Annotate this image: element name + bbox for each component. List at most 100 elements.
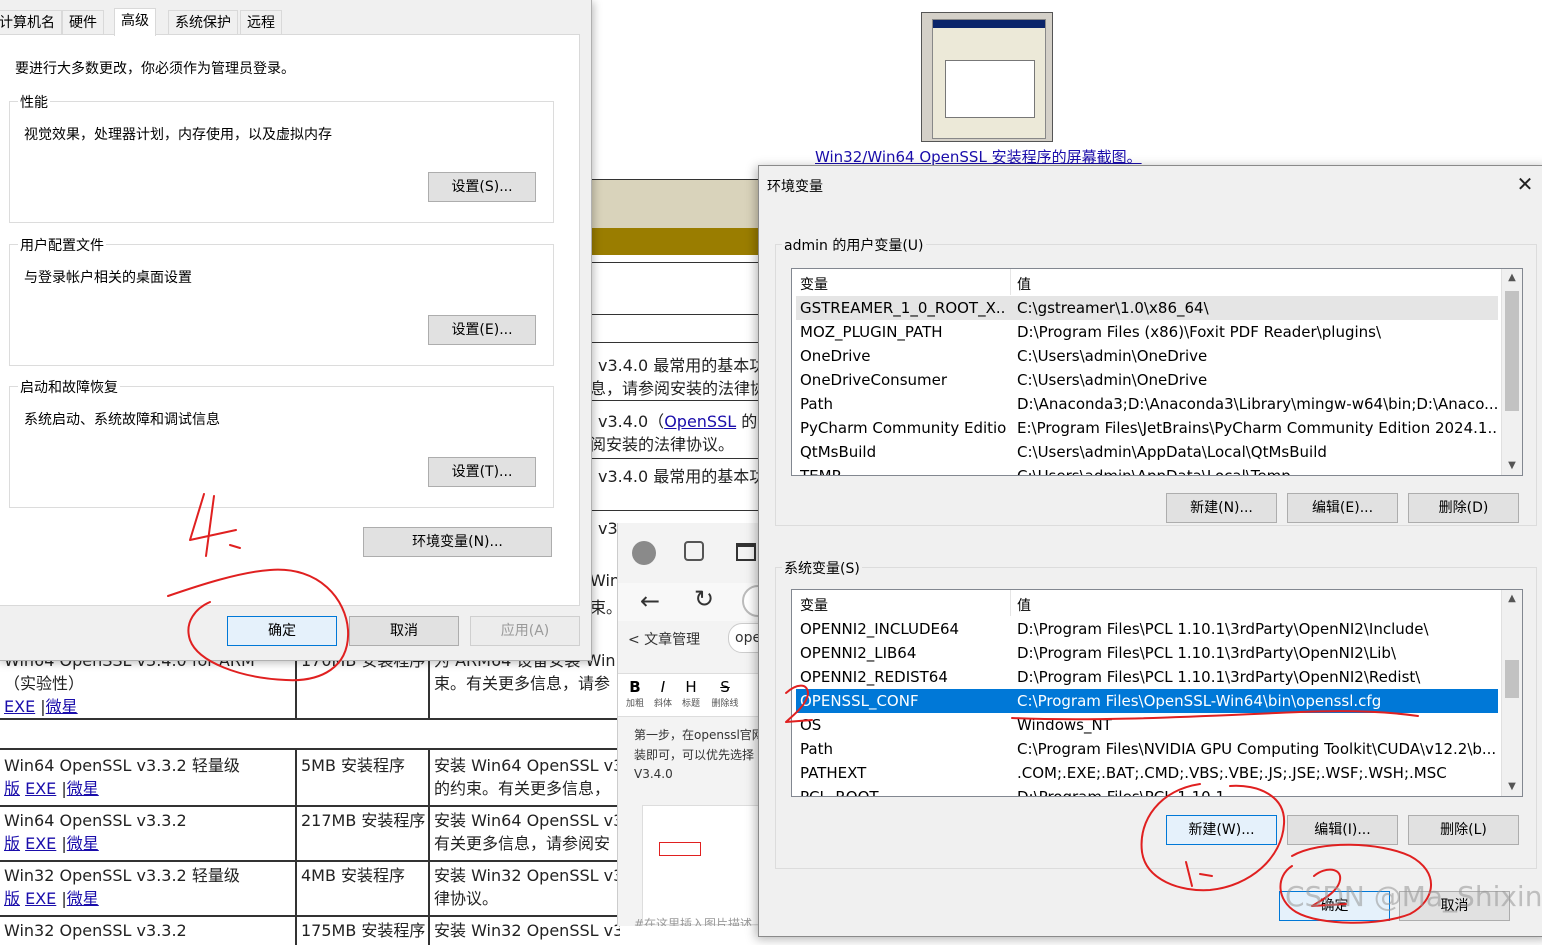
performance-settings-button[interactable]: 设置(S)... [428,172,536,202]
download-links: 版 EXE |微星 [4,834,99,853]
list-item[interactable]: OneDriveConsumer C:\Users\admin\OneDrive [796,368,1498,392]
msi-link[interactable]: 微星 [46,697,78,716]
variable-value: C:\Users\admin\AppData\Local\Temp [1017,467,1291,476]
tab-advanced[interactable]: 高级 [114,8,156,36]
row-divider [590,342,760,343]
product-name: Win64 OpenSSL v3.3.2 [4,811,187,830]
apply-button[interactable]: 应用(A) [470,616,580,646]
refresh-icon[interactable]: ↻ [694,585,714,613]
msi-link[interactable]: 微星 [67,834,99,853]
scroll-down-icon[interactable]: ▼ [1502,778,1522,796]
blog-editor-window: ← ↻ < 文章管理 ope B 加粗 I 斜体 H 标题 S 删除线 第一步，在ope… [617,523,764,926]
startup-recovery-settings-button[interactable]: 设置(T)... [428,457,536,487]
variable-name: OPENNI2_REDIST64 [800,668,948,686]
system-variables-list[interactable]: 变量 值 OPENNI2_INCLUDE64 D:\Program Files\P… [791,589,1523,797]
variable-name: PCL_ROOT [800,788,879,797]
italic-button[interactable]: I 斜体 [652,678,674,709]
article-management-breadcrumb[interactable]: < 文章管理 ope [628,623,764,653]
tab-system-protection[interactable]: 系统保护 [168,10,238,35]
list-item[interactable]: OPENNI2_REDIST64 D:\Program Files\PCL 1.1… [796,665,1498,689]
variable-value: D:\Program Files\PCL 1.10.1 [1017,788,1226,797]
link-prefix[interactable]: 版 [4,889,20,908]
scroll-up-icon[interactable]: ▲ [1502,590,1522,608]
product-name: Win32 OpenSSL v3.3.2 轻量级 [4,866,240,885]
thumbnail-caption-link[interactable]: Win32/Win64 OpenSSL 安装程序的屏幕截图。 [815,146,1142,167]
list-item[interactable]: Path C:\Program Files\NVIDIA GPU Computin… [796,737,1498,761]
list-item[interactable]: OPENNI2_LIB64 D:\Program Files\PCL 1.10.1… [796,641,1498,665]
user-edit-button[interactable]: 编辑(E)... [1287,493,1398,523]
user-profiles-group: 用户配置文件 与登录帐户相关的桌面设置 设置(E)... [9,235,554,366]
collections-icon[interactable] [684,541,704,561]
scroll-up-icon[interactable]: ▲ [1502,269,1522,287]
bold-label: 加粗 [625,699,644,709]
system-new-button[interactable]: 新建(W)... [1166,815,1277,845]
list-item[interactable]: OPENNI2_INCLUDE64 D:\Program Files\PCL 1.… [796,617,1498,641]
exe-link[interactable]: EXE [25,779,56,798]
openssl-link[interactable]: OpenSSL [664,412,736,431]
list-item[interactable]: PCL_ROOT D:\Program Files\PCL 1.10.1 [796,785,1498,797]
desc-line: 律协议。 [434,889,499,908]
column-divider[interactable] [1010,590,1011,616]
scroll-down-icon[interactable]: ▼ [1502,457,1522,475]
strikethrough-label: 删除线 [711,699,739,709]
group-description: 系统启动、系统故障和调试信息 [24,412,220,428]
ok-button[interactable]: 确定 [227,616,337,646]
user-variables-list[interactable]: 变量 值 GSTREAMER_1_0_ROOT_X... C:\gstreamer… [791,268,1523,476]
list-item[interactable]: MOZ_PLUGIN_PATH D:\Program Files (x86)\Fo… [796,320,1498,344]
vertical-scrollbar[interactable]: ▲ ▼ [1501,269,1522,475]
variable-name: OneDrive [800,347,871,365]
user-profiles-settings-button[interactable]: 设置(E)... [428,315,536,345]
installer-screenshot-thumbnail[interactable] [921,12,1053,142]
back-arrow-icon[interactable]: ← [640,587,660,615]
side-text: v3.4.0（OpenSSL 的何 [598,408,773,432]
exe-link[interactable]: EXE [4,697,35,716]
system-edit-button[interactable]: 编辑(I)... [1287,815,1398,845]
heading-label: 标题 [681,699,700,709]
strikethrough-button[interactable]: S 删除线 [708,678,742,709]
desc-cell: 安装 Win64 OpenSSL v3 的约束。有关更多信息， [430,750,620,805]
tab-remote[interactable]: 远程 [240,10,282,35]
row-divider [590,314,760,315]
user-new-button[interactable]: 新建(N)... [1166,493,1277,523]
close-icon[interactable]: ✕ [1515,172,1535,196]
group-title: 性能 [18,92,50,112]
link-prefix[interactable]: 版 [4,779,20,798]
variable-name: PyCharm Community Edition [800,419,1006,437]
bold-icon: B [629,678,641,696]
column-header-value[interactable]: 值 [1017,595,1031,615]
list-item[interactable]: Path D:\Anaconda3;D:\Anaconda3\Library\mi… [796,392,1498,416]
exe-link[interactable]: EXE [25,889,56,908]
profile-avatar-icon[interactable] [632,541,656,565]
tab-window-icon[interactable] [736,543,756,561]
list-item[interactable]: QtMsBuild C:\Users\admin\AppData\Local\Qt… [796,440,1498,464]
msi-link[interactable]: 微星 [67,889,99,908]
list-item[interactable]: PyCharm Community Edition E:\Program File… [796,416,1498,440]
heading-button[interactable]: H 标题 [680,678,702,709]
link-prefix[interactable]: 版 [4,834,20,853]
list-item[interactable]: OneDrive C:\Users\admin\OneDrive [796,344,1498,368]
column-header-value[interactable]: 值 [1017,274,1031,294]
list-item[interactable]: TEMP C:\Users\admin\AppData\Local\Temp [796,464,1498,476]
exe-link[interactable]: EXE [25,834,56,853]
bold-button[interactable]: B 加粗 [624,678,646,709]
user-delete-button[interactable]: 删除(D) [1408,493,1519,523]
list-item[interactable]: GSTREAMER_1_0_ROOT_X... C:\gstreamer\1.0\… [796,296,1498,320]
list-item[interactable]: PATHEXT .COM;.EXE;.BAT;.CMD;.VBS;.VBE;.JS… [796,761,1498,785]
msi-link[interactable]: 微星 [67,779,99,798]
column-header-variable[interactable]: 变量 [800,595,828,615]
cancel-button[interactable]: 取消 [349,616,459,646]
browser-nav: ← ↻ [618,583,764,621]
list-item[interactable]: OS Windows_NT [796,713,1498,737]
environment-variables-button[interactable]: 环境变量(N)... [363,527,552,557]
scroll-thumb[interactable] [1505,660,1519,698]
vertical-scrollbar[interactable]: ▲ ▼ [1501,590,1522,796]
scroll-thumb[interactable] [1505,291,1519,411]
size-cell: 175MB 安装程序 [297,915,430,945]
system-delete-button[interactable]: 删除(L) [1408,815,1519,845]
list-item-selected[interactable]: OPENSSL_CONF C:\Program Files\OpenSSL-Win… [796,689,1498,713]
tab-computer-name[interactable]: 计算机名 [0,10,62,35]
column-divider[interactable] [1010,269,1011,295]
variable-value: .COM;.EXE;.BAT;.CMD;.VBS;.VBE;.JS;.JSE;.… [1017,764,1447,782]
tab-hardware[interactable]: 硬件 [62,10,104,35]
column-header-variable[interactable]: 变量 [800,274,828,294]
